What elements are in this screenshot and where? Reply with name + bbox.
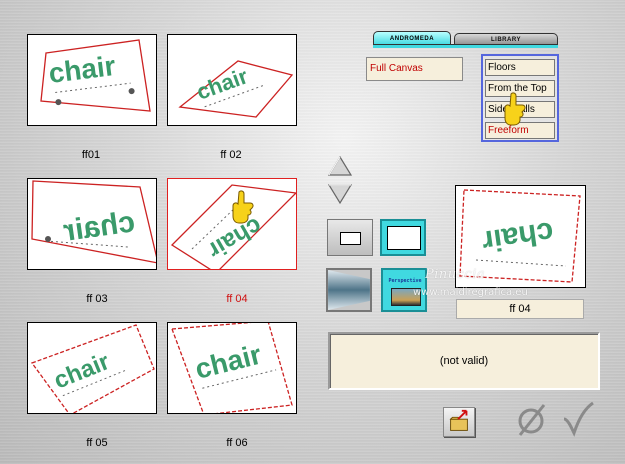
preset-name-field[interactable]: ff 04 <box>456 299 584 319</box>
cancel-circle-slash-icon[interactable] <box>514 399 550 439</box>
thumbnail-ff05[interactable]: chair <box>27 322 157 414</box>
thumbnail-ff05-art: chair <box>30 324 155 413</box>
thumbnail-ff01-art: chair <box>40 39 151 112</box>
status-box: (not valid) <box>328 332 600 390</box>
frame-small-preview <box>340 232 361 245</box>
thumbnail-ff06-art: chair <box>171 323 293 413</box>
thumbnail-ff06[interactable]: chair <box>167 322 297 414</box>
watermark-title: Pinuccia <box>425 267 486 282</box>
up-triangle-icon[interactable] <box>327 155 353 177</box>
thumbnail-ff02-label: ff 02 <box>220 149 242 161</box>
gradient-perspective-icon <box>328 270 370 310</box>
thumbnail-ff02[interactable]: chair <box>167 34 297 126</box>
folder-open-icon <box>449 409 468 431</box>
down-triangle-icon[interactable] <box>327 183 353 205</box>
thumbnail-ff02-art: chair <box>178 60 294 118</box>
thumbnail-ff03-art: chair <box>31 180 156 264</box>
thumbnail-ff06-label: ff 06 <box>226 437 248 449</box>
hand-pointer-icon <box>502 92 528 126</box>
perspective-image-caption: Perspective <box>388 278 422 284</box>
perspective-gradient-button[interactable] <box>326 268 372 312</box>
thumbnail-ff03[interactable]: chair <box>27 178 157 270</box>
thumbnail-ff05-label: ff 05 <box>86 437 108 449</box>
watermark-url: www.maidiregrafica.eu <box>413 287 528 298</box>
thumbnail-ff01[interactable]: chair <box>27 34 157 126</box>
tab-strip <box>373 44 558 48</box>
thumbnail-ff04-label: ff 04 <box>226 293 248 305</box>
frame-large-preview <box>387 226 421 250</box>
andromeda-perspective-dialog: chair ff01 chair ff 02 chair ff 03 chair… <box>0 0 625 464</box>
frame-large-button[interactable] <box>380 219 426 256</box>
menu-item-floors[interactable]: Floors <box>485 59 555 76</box>
open-folder-button[interactable] <box>443 407 475 437</box>
frame-small-button[interactable] <box>327 219 373 256</box>
thumbnail-ff03-label: ff 03 <box>86 293 108 305</box>
thumbnail-ff01-label: ff01 <box>81 149 101 161</box>
canvas-mode-field[interactable]: Full Canvas <box>366 57 463 81</box>
checkmark-icon[interactable] <box>560 399 596 439</box>
hand-pointer-icon-thumb <box>230 190 256 224</box>
tab-andromeda[interactable]: ANDROMEDA <box>373 31 451 45</box>
